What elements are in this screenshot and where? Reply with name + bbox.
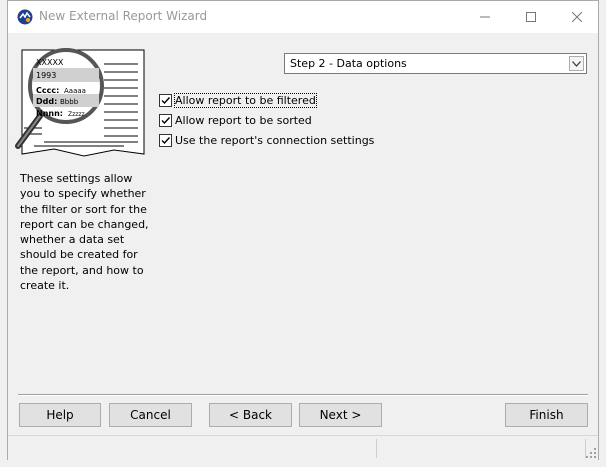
- step-dropdown[interactable]: Step 2 - Data options: [284, 53, 587, 74]
- illus-field3-value: Zzzzz: [68, 111, 85, 118]
- finish-button[interactable]: Finish: [505, 403, 588, 427]
- illus-field3-label: Nnnn:: [36, 109, 63, 118]
- title-bar[interactable]: New External Report Wizard: [8, 1, 598, 33]
- minimize-button[interactable]: [462, 1, 508, 33]
- check-icon: [161, 116, 171, 124]
- help-button[interactable]: Help: [19, 403, 101, 427]
- step-description: These settings allow you to specify whet…: [20, 172, 149, 293]
- check-icon: [161, 96, 171, 104]
- window-title: New External Report Wizard: [39, 9, 208, 23]
- option-connection-settings[interactable]: Use the report's connection settings: [159, 132, 374, 148]
- option-allow-sort[interactable]: Allow report to be sorted: [159, 112, 312, 128]
- allow-filter-label[interactable]: Allow report to be filtered: [174, 92, 317, 108]
- report-magnifier-illustration: XXXXX 1993 Cccc: Aaaaa Ddd: Bbbb Nnnn: Z…: [15, 48, 145, 157]
- status-pane-main: [8, 439, 377, 458]
- allow-sort-checkbox[interactable]: [159, 113, 172, 127]
- next-button[interactable]: Next >: [299, 403, 382, 427]
- illus-line1: XXXXX: [36, 58, 64, 67]
- illus-line2: 1993: [36, 71, 56, 80]
- button-separator: [18, 394, 588, 396]
- wizard-window: New External Report Wizard XXXXX 1993 Cc…: [7, 0, 599, 460]
- illus-field2-label: Ddd:: [36, 97, 57, 106]
- status-pane-secondary: [377, 439, 586, 458]
- close-button[interactable]: [554, 1, 600, 33]
- maximize-button[interactable]: [508, 1, 554, 33]
- illus-field2-value: Bbbb: [60, 98, 79, 106]
- cancel-button[interactable]: Cancel: [109, 403, 192, 427]
- chevron-down-icon[interactable]: [569, 56, 584, 71]
- connection-settings-label[interactable]: Use the report's connection settings: [175, 134, 374, 147]
- step-dropdown-value: Step 2 - Data options: [290, 57, 407, 70]
- minimize-icon: [480, 16, 490, 18]
- app-icon: [17, 9, 33, 25]
- status-bar: [8, 435, 598, 460]
- illus-field1-label: Cccc:: [36, 86, 59, 95]
- option-allow-filter[interactable]: Allow report to be filtered: [159, 92, 317, 108]
- allow-filter-checkbox[interactable]: [159, 93, 172, 107]
- resize-grip-icon[interactable]: [586, 448, 596, 458]
- check-icon: [161, 136, 171, 144]
- illus-field1-value: Aaaaa: [64, 87, 86, 95]
- close-icon: [572, 12, 582, 22]
- back-button[interactable]: < Back: [209, 403, 292, 427]
- connection-settings-checkbox[interactable]: [159, 133, 172, 147]
- allow-sort-label[interactable]: Allow report to be sorted: [175, 114, 312, 127]
- wizard-body: XXXXX 1993 Cccc: Aaaaa Ddd: Bbbb Nnnn: Z…: [8, 33, 598, 460]
- maximize-icon: [526, 12, 536, 22]
